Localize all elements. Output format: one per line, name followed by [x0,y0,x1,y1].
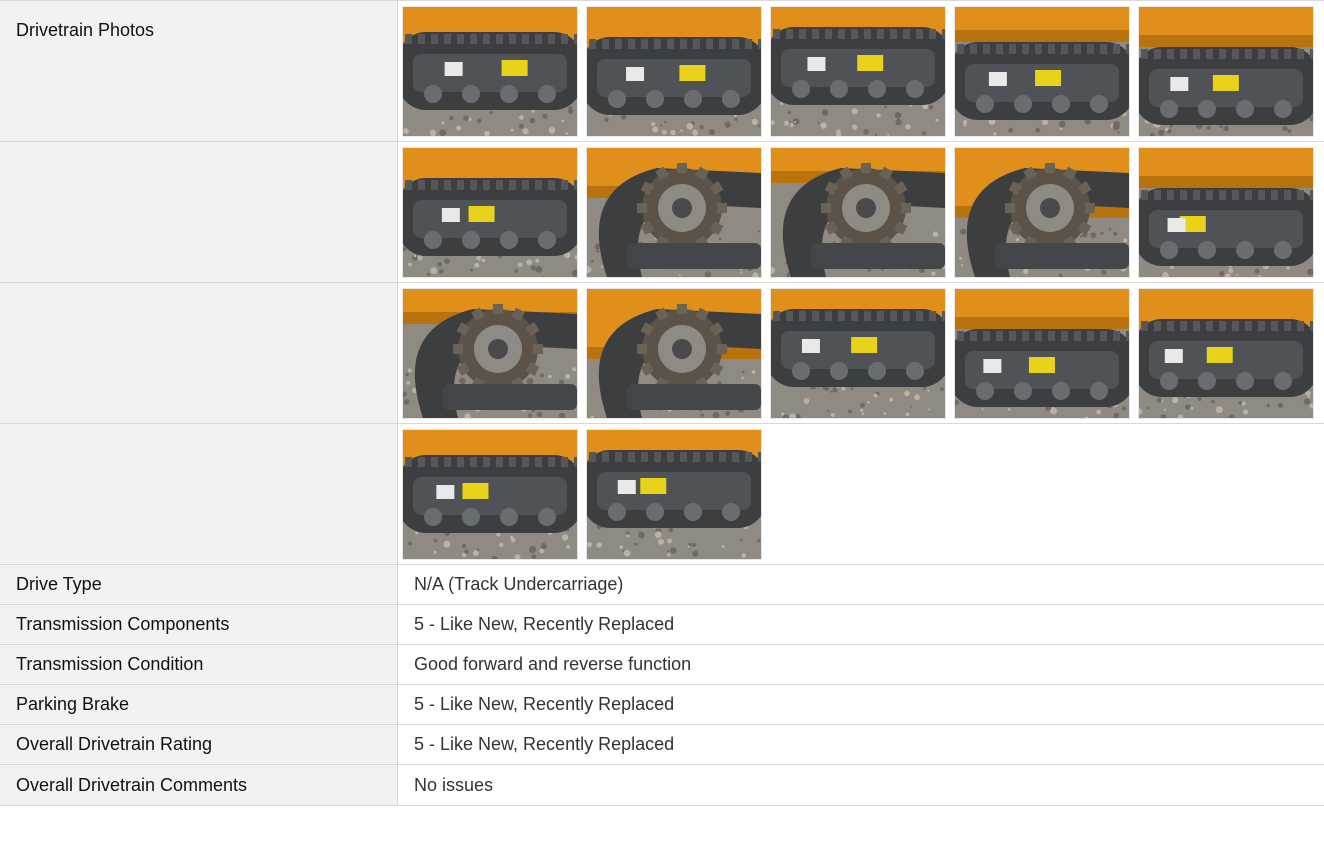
field-label: Drive Type [0,565,398,604]
photo-row [0,142,1324,283]
track-undercarriage-photo-image [403,7,577,136]
empty-label-cell [0,142,398,282]
sprocket-photo[interactable] [587,148,761,277]
field-row-transmission-condition: Transmission Condition Good forward and … [0,645,1324,685]
track-undercarriage-photo-image [587,7,761,136]
track-frame-photo[interactable] [403,148,577,277]
track-roller-photo[interactable] [1139,7,1313,136]
drivetrain-inspection-table: Drivetrain Photos Drive Type N/A (Track … [0,0,1324,865]
empty-label-cell [0,283,398,423]
track-roller-photo[interactable] [771,289,945,418]
field-row-overall-comments: Overall Drivetrain Comments No issues [0,765,1324,806]
photo-strip [398,142,1313,282]
field-label: Parking Brake [0,685,398,724]
track-photo-image [1139,148,1313,277]
sprocket-hub-photo-image [587,289,761,418]
track-undercarriage-photo[interactable] [403,7,577,136]
track-photo[interactable] [1139,148,1313,277]
track-undercarriage-photo-image [587,430,761,559]
sprocket-photo-image [587,148,761,277]
field-label: Transmission Condition [0,645,398,684]
drivetrain-photos-label: Drivetrain Photos [0,1,398,141]
track-sprocket-photo[interactable] [955,7,1129,136]
track-roller-photo-image [1139,7,1313,136]
sprocket-photo[interactable] [771,148,945,277]
field-value: 5 - Like New, Recently Replaced [414,614,675,634]
sprocket-photo-image [955,148,1129,277]
sprocket-hub-photo[interactable] [403,289,577,418]
field-value: N/A (Track Undercarriage) [414,574,624,594]
photo-row: Drivetrain Photos [0,1,1324,142]
sprocket-hub-photo[interactable] [587,289,761,418]
track-sprocket-photo-image [955,7,1129,136]
track-undercarriage-photo[interactable] [587,7,761,136]
field-label: Transmission Components [0,605,398,644]
photo-strip [398,1,1313,141]
field-row-drive-type: Drive Type N/A (Track Undercarriage) [0,565,1324,605]
field-row-overall-rating: Overall Drivetrain Rating 5 - Like New, … [0,725,1324,765]
track-undercarriage-photo[interactable] [771,7,945,136]
field-label: Overall Drivetrain Comments [0,765,398,805]
track-roller-photo[interactable] [955,289,1129,418]
track-roller-photo-image [771,289,945,418]
field-value: 5 - Like New, Recently Replaced [414,694,675,714]
track-undercarriage-photo-image [771,7,945,136]
photo-strip [398,424,761,564]
field-value: 5 - Like New, Recently Replaced [414,734,675,754]
track-idler-photo[interactable] [1139,289,1313,418]
track-frame-photo-image [403,148,577,277]
sprocket-photo-image [771,148,945,277]
sprocket-hub-photo-image [403,289,577,418]
sprocket-photo[interactable] [955,148,1129,277]
empty-label-cell [0,424,398,564]
track-roller-photo-image [955,289,1129,418]
field-row-parking-brake: Parking Brake 5 - Like New, Recently Rep… [0,685,1324,725]
track-frame-photo[interactable] [403,430,577,559]
photo-row [0,283,1324,424]
photo-row [0,424,1324,565]
field-label: Overall Drivetrain Rating [0,725,398,764]
track-undercarriage-photo[interactable] [587,430,761,559]
field-row-transmission-components: Transmission Components 5 - Like New, Re… [0,605,1324,645]
photo-strip [398,283,1313,423]
field-value: Good forward and reverse function [414,654,692,674]
track-frame-photo-image [403,430,577,559]
field-value: No issues [414,774,494,795]
track-idler-photo-image [1139,289,1313,418]
